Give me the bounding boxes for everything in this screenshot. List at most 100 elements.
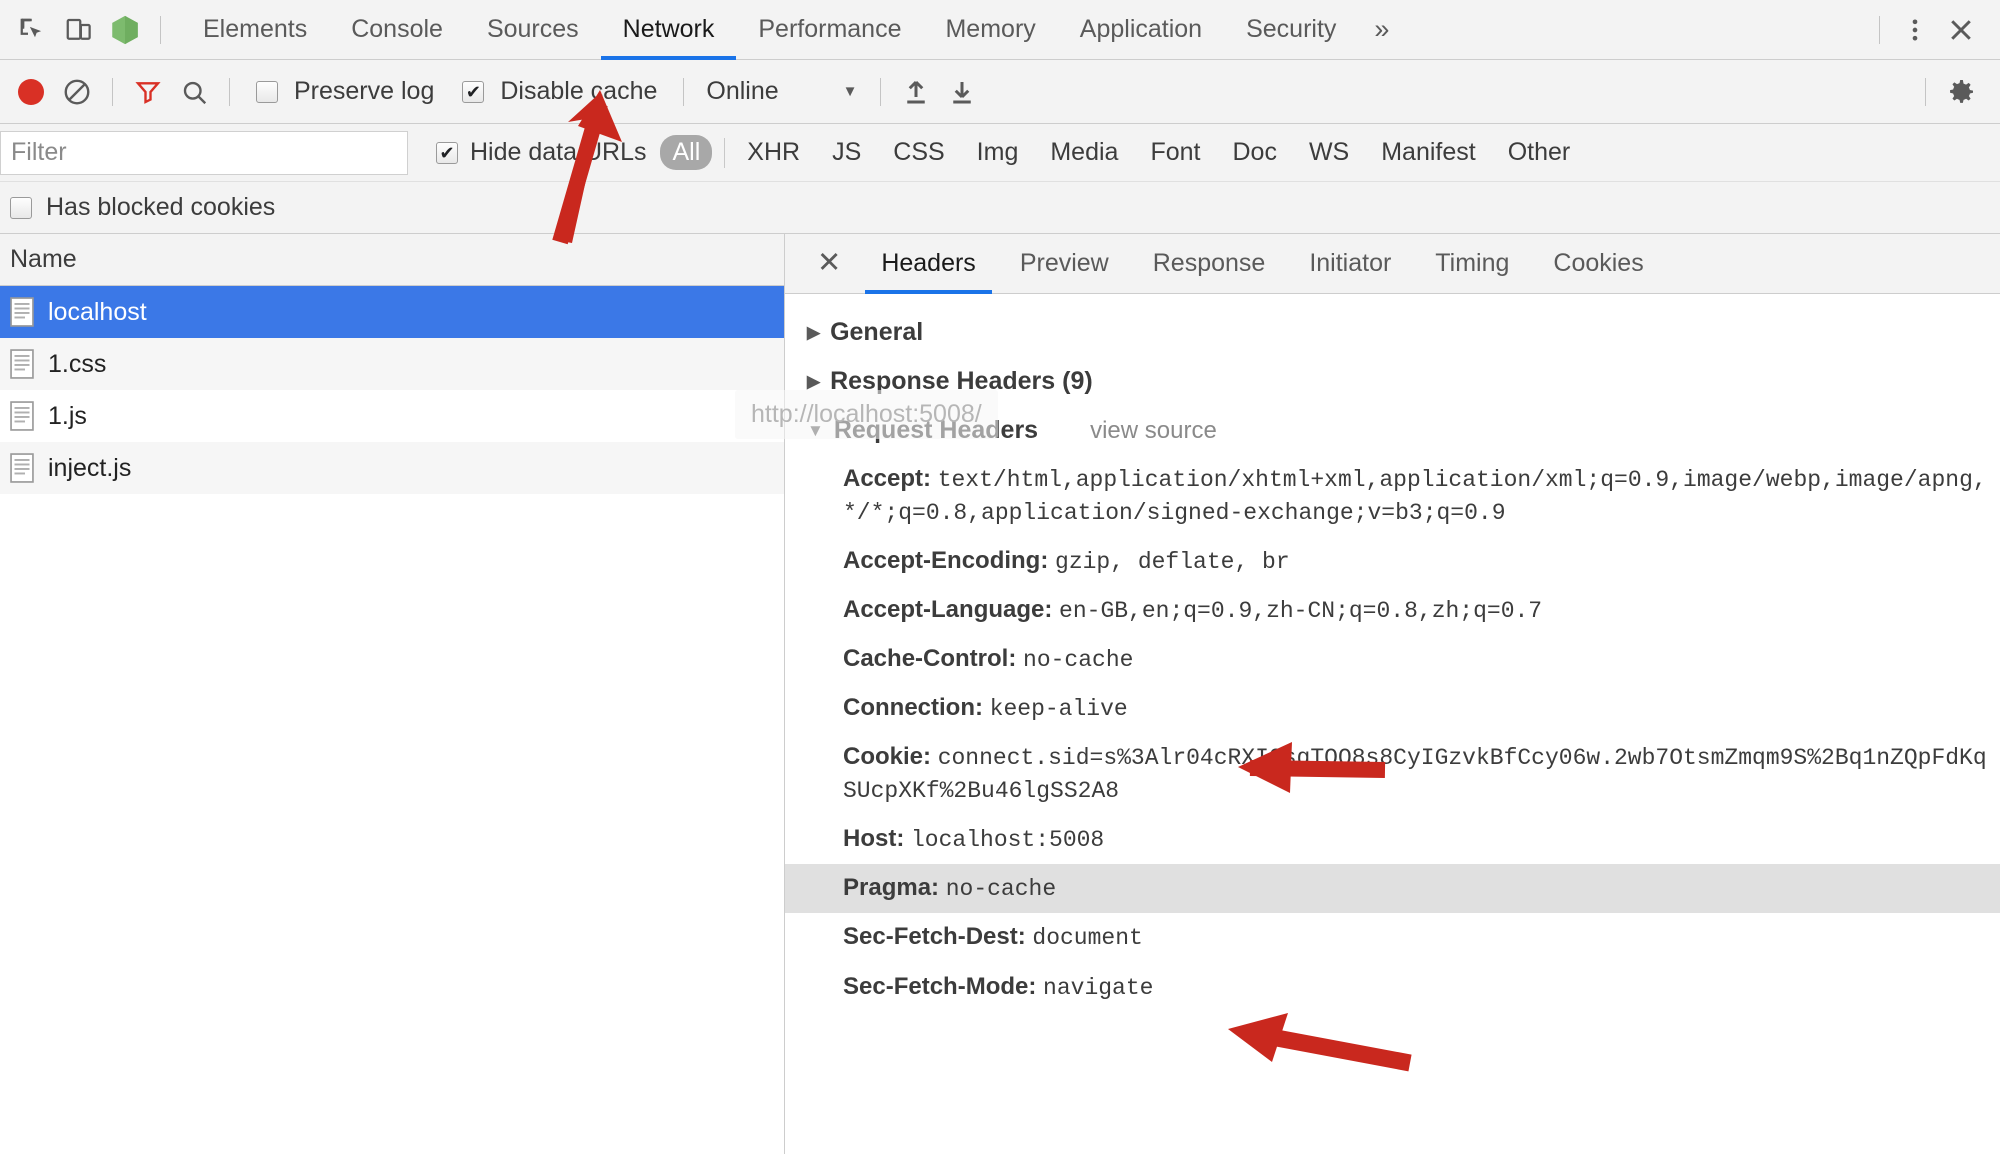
- type-filter-xhr[interactable]: XHR: [735, 135, 812, 170]
- tab-performance-label: Performance: [758, 15, 902, 43]
- header-value: text/html,application/xhtml+xml,applicat…: [843, 467, 1987, 527]
- tab-performance[interactable]: Performance: [736, 0, 923, 60]
- type-filter-css[interactable]: CSS: [881, 135, 956, 170]
- tab-timing[interactable]: Timing: [1413, 234, 1531, 294]
- tab-console[interactable]: Console: [329, 0, 465, 60]
- request-name: 1.css: [48, 349, 107, 378]
- record-dot-icon: [18, 78, 44, 105]
- header-row-pragma: Pragma: no-cache: [785, 864, 2000, 914]
- preserve-log-label: Preserve log: [294, 77, 435, 105]
- tab-application[interactable]: Application: [1058, 0, 1224, 60]
- type-filter-img[interactable]: Img: [965, 135, 1031, 170]
- section-general[interactable]: ▶ General: [785, 308, 2000, 357]
- tab-timing-label: Timing: [1435, 249, 1510, 277]
- header-name: Accept-Language:: [843, 596, 1053, 624]
- section-response-headers[interactable]: ▶ Response Headers (9): [785, 357, 2000, 406]
- header-row-cache-control: Cache-Control: no-cache: [785, 635, 2000, 684]
- type-filter-list: All XHR JS CSS Img Media Font Doc WS Man…: [660, 135, 1590, 170]
- type-filter-js[interactable]: JS: [820, 135, 873, 170]
- header-row-host: Host: localhost:5008: [785, 815, 2000, 864]
- document-icon: [10, 453, 34, 483]
- clear-button[interactable]: [54, 69, 100, 115]
- header-value: no-cache: [1023, 647, 1134, 674]
- node-logo-icon[interactable]: [102, 7, 148, 53]
- close-detail-icon[interactable]: ✕: [799, 249, 859, 278]
- inspect-element-icon[interactable]: [10, 7, 56, 53]
- import-har-icon[interactable]: [893, 69, 939, 115]
- header-name: Cookie:: [843, 743, 932, 771]
- request-row-inject-js[interactable]: inject.js: [0, 442, 784, 494]
- detail-tab-list: ✕ Headers Preview Response Initiator Tim…: [785, 234, 2000, 294]
- type-filter-other[interactable]: Other: [1496, 135, 1583, 170]
- tab-security[interactable]: Security: [1224, 0, 1358, 60]
- type-filter-doc[interactable]: Doc: [1220, 135, 1288, 170]
- tab-headers[interactable]: Headers: [859, 234, 998, 294]
- header-row-sec-fetch-dest: Sec-Fetch-Dest: document: [785, 913, 2000, 962]
- tab-sources[interactable]: Sources: [465, 0, 601, 60]
- disable-cache-label: Disable cache: [500, 77, 658, 105]
- chevron-down-icon: ▼: [842, 83, 858, 100]
- tab-memory[interactable]: Memory: [923, 0, 1057, 60]
- tab-security-label: Security: [1246, 15, 1337, 43]
- tab-elements[interactable]: Elements: [181, 0, 329, 60]
- tab-initiator[interactable]: Initiator: [1287, 234, 1413, 294]
- section-request-headers[interactable]: ▼ Request Headers view source: [785, 406, 2000, 455]
- header-name: Connection:: [843, 694, 983, 722]
- header-value: keep-alive: [989, 696, 1128, 723]
- type-filter-manifest[interactable]: Manifest: [1369, 135, 1487, 170]
- gear-icon[interactable]: [1938, 69, 1984, 115]
- tab-response[interactable]: Response: [1131, 234, 1288, 294]
- search-input[interactable]: [0, 130, 408, 175]
- tab-sources-label: Sources: [486, 15, 579, 43]
- close-devtools-icon[interactable]: [1938, 7, 1984, 53]
- hide-data-urls-checkbox[interactable]: Hide data URLs: [436, 138, 646, 167]
- tabbar-right-controls: [1867, 7, 2000, 53]
- tab-cookies[interactable]: Cookies: [1531, 234, 1665, 294]
- tab-memory-label: Memory: [945, 15, 1036, 43]
- section-general-label: General: [830, 318, 924, 346]
- tab-network[interactable]: Network: [600, 0, 737, 60]
- type-filter-font[interactable]: Font: [1138, 135, 1212, 170]
- filter-button[interactable]: [125, 69, 171, 115]
- device-toolbar-icon[interactable]: [56, 7, 102, 53]
- header-value: connect.sid=s%3Alr04cRXIOsgTQQ8s8CyIGzvk…: [843, 745, 1987, 805]
- more-tabs-icon[interactable]: »: [1358, 14, 1405, 45]
- tab-network-label: Network: [622, 15, 715, 43]
- type-filter-all[interactable]: All: [660, 135, 713, 170]
- request-row-1-js[interactable]: 1.js: [0, 390, 784, 442]
- header-value: localhost:5008: [911, 827, 1105, 854]
- tab-application-label: Application: [1079, 15, 1203, 43]
- header-name: Pragma:: [843, 874, 940, 902]
- request-list: localhost 1.css 1.js inject.js: [0, 286, 784, 1154]
- tab-cookies-label: Cookies: [1553, 249, 1644, 277]
- tab-preview[interactable]: Preview: [998, 234, 1131, 294]
- view-source-link[interactable]: view source: [1090, 417, 1217, 445]
- tabbar-right-divider: [1879, 15, 1880, 44]
- export-har-icon[interactable]: [939, 69, 985, 115]
- has-blocked-cookies-box-icon: [10, 196, 32, 219]
- preserve-log-checkbox[interactable]: Preserve log: [256, 77, 434, 106]
- main-tab-list: Elements Console Sources Network Perform…: [181, 0, 1405, 60]
- name-column-header[interactable]: Name: [0, 234, 784, 286]
- record-button[interactable]: [8, 69, 54, 115]
- disable-cache-checkbox[interactable]: Disable cache: [462, 77, 657, 106]
- preserve-log-box-icon: [256, 80, 278, 103]
- has-blocked-cookies-checkbox[interactable]: Has blocked cookies: [0, 182, 2000, 234]
- document-icon: [10, 297, 34, 327]
- chevron-right-icon: ▶: [807, 372, 821, 391]
- tab-headers-label: Headers: [881, 249, 976, 277]
- filter-bar: Hide data URLs All XHR JS CSS Img Media …: [0, 124, 2000, 182]
- throttling-select[interactable]: Online ▼: [696, 77, 867, 106]
- header-row-connection: Connection: keep-alive: [785, 684, 2000, 733]
- header-name: Sec-Fetch-Dest:: [843, 923, 1026, 951]
- net-toolbar-divider-5: [1925, 77, 1926, 106]
- search-button[interactable]: [171, 69, 217, 115]
- more-options-icon[interactable]: [1892, 7, 1938, 53]
- request-row-1-css[interactable]: 1.css: [0, 338, 784, 390]
- tab-response-label: Response: [1152, 249, 1266, 277]
- request-row-localhost[interactable]: localhost: [0, 286, 784, 338]
- section-response-headers-label: Response Headers (9): [830, 367, 1093, 395]
- type-filter-media[interactable]: Media: [1038, 135, 1130, 170]
- type-filter-ws[interactable]: WS: [1297, 135, 1361, 170]
- request-list-pane: Name localhost 1.css 1.js inject.js: [0, 234, 785, 1154]
